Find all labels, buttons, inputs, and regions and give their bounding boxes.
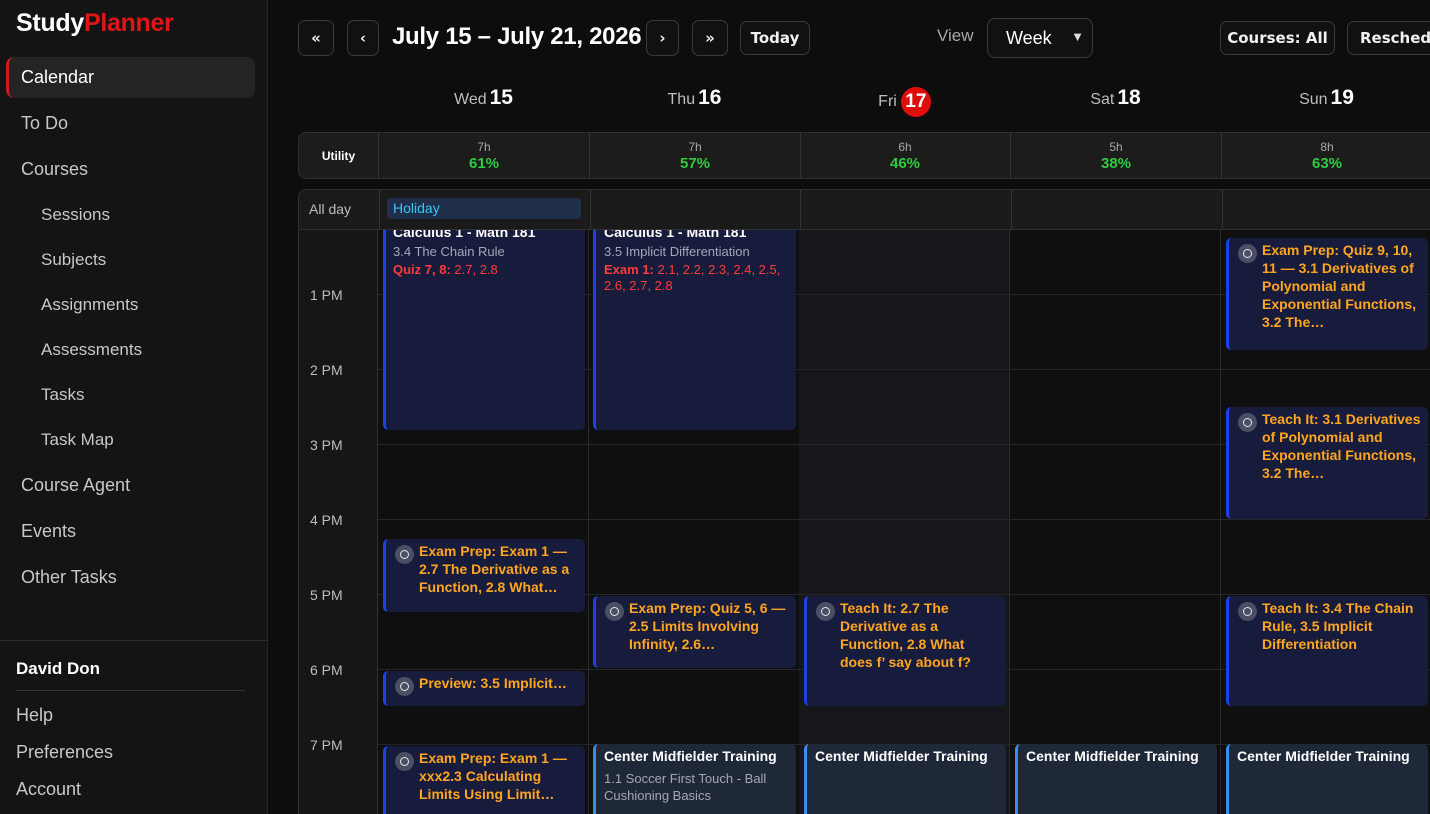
sidebar-item-to-do[interactable]: To Do: [21, 113, 68, 134]
class-event[interactable]: Calculus 1 - Math 181 3.5 Implicit Diffe…: [593, 230, 796, 430]
prev-week-button[interactable]: ‹: [347, 20, 379, 56]
task-status-icon[interactable]: [395, 677, 414, 696]
training-event[interactable]: Center Midfielder Training: [804, 744, 1006, 814]
chevron-down-icon: ▼: [1071, 29, 1084, 44]
time-label: 2 PM: [310, 362, 343, 378]
sidebar-item-other-tasks[interactable]: Other Tasks: [21, 567, 117, 588]
last-week-button[interactable]: »: [692, 20, 728, 56]
hour-line: [378, 519, 1430, 520]
view-label: View: [937, 26, 974, 45]
column-divider: [1222, 190, 1223, 229]
day-header-fri[interactable]: Fri 17: [799, 87, 1010, 117]
utility-cell: 5h 38%: [1011, 133, 1222, 178]
time-grid: 1 PM 2 PM 3 PM 4 PM 5 PM 6 PM 7 PM Calcu…: [298, 230, 1430, 814]
sidebar-item-events[interactable]: Events: [21, 521, 76, 542]
sidebar-item-label: Calendar: [21, 67, 95, 87]
sidebar-item-sessions[interactable]: Sessions: [41, 205, 110, 225]
task-status-icon[interactable]: [1238, 413, 1257, 432]
task-event[interactable]: Teach It: 3.1 Derivatives of Polynomial …: [1226, 407, 1428, 519]
view-select[interactable]: Week ▼: [987, 18, 1093, 58]
reschedule-button[interactable]: Reschedu: [1347, 21, 1430, 55]
task-event[interactable]: Exam Prep: Exam 1 — xxx2.3 Calculating L…: [383, 746, 585, 814]
task-status-icon[interactable]: [1238, 244, 1257, 263]
sidebar-item-subjects[interactable]: Subjects: [41, 250, 106, 270]
task-status-icon[interactable]: [1238, 602, 1257, 621]
sidebar-item-course-agent[interactable]: Course Agent: [21, 475, 130, 496]
class-event[interactable]: Calculus 1 - Math 181 3.4 The Chain Rule…: [383, 230, 585, 430]
task-event[interactable]: Teach It: 3.4 The Chain Rule, 3.5 Implic…: [1226, 596, 1428, 706]
sidebar-item-tasks[interactable]: Tasks: [41, 385, 84, 405]
sidebar-item-help[interactable]: Help: [16, 705, 53, 726]
time-gutter: 1 PM 2 PM 3 PM 4 PM 5 PM 6 PM 7 PM: [298, 230, 378, 814]
task-event[interactable]: Preview: 3.5 Implicit…: [383, 671, 585, 706]
utility-row: Utility 7h 61% 7h 57% 6h 46% 5h 38% 8h 6…: [298, 132, 1430, 179]
task-event[interactable]: Exam Prep: Quiz 5, 6 — 2.5 Limits Involv…: [593, 596, 796, 668]
sidebar: StudyPlanner Calendar To Do Courses Sess…: [0, 0, 268, 814]
day-header-wed[interactable]: Wed 15: [378, 86, 589, 110]
day-column-sat[interactable]: [1010, 230, 1221, 814]
sidebar-item-task-map[interactable]: Task Map: [41, 430, 114, 450]
user-divider: [16, 690, 245, 691]
time-label: 6 PM: [310, 662, 343, 678]
all-day-row: All day Holiday: [298, 189, 1430, 230]
task-status-icon[interactable]: [605, 602, 624, 621]
sidebar-item-preferences[interactable]: Preferences: [16, 742, 113, 763]
today-badge: 17: [900, 87, 931, 117]
task-event[interactable]: Exam Prep: Quiz 9, 10, 11 — 3.1 Derivati…: [1226, 238, 1428, 350]
time-label: 5 PM: [310, 587, 343, 603]
training-event[interactable]: Center Midfielder Training 1.1 Soccer Fi…: [593, 744, 796, 814]
holiday-event[interactable]: Holiday: [387, 198, 581, 219]
sidebar-item-courses[interactable]: Courses: [21, 159, 88, 180]
task-event[interactable]: Exam Prep: Exam 1 — 2.7 The Derivative a…: [383, 539, 585, 612]
utility-cell: 7h 57%: [590, 133, 801, 178]
sidebar-item-assessments[interactable]: Assessments: [41, 340, 142, 360]
column-divider: [590, 190, 591, 229]
time-label: 4 PM: [310, 512, 343, 528]
sidebar-divider: [0, 640, 267, 641]
day-header-sun[interactable]: Sun 19: [1221, 86, 1430, 110]
courses-filter-button[interactable]: Courses: All: [1220, 21, 1335, 55]
task-status-icon[interactable]: [395, 752, 414, 771]
all-day-label: All day: [309, 201, 352, 217]
time-label: 1 PM: [310, 287, 343, 303]
task-status-icon[interactable]: [395, 545, 414, 564]
training-event[interactable]: Center Midfielder Training: [1015, 744, 1217, 814]
task-event[interactable]: Teach It: 2.7 The Derivative as a Functi…: [804, 596, 1006, 706]
sidebar-item-calendar[interactable]: Calendar: [6, 57, 255, 98]
utility-label: Utility: [299, 133, 379, 178]
time-label: 7 PM: [310, 737, 343, 753]
today-button[interactable]: Today: [740, 21, 810, 55]
task-status-icon[interactable]: [816, 602, 835, 621]
day-header-thu[interactable]: Thu 16: [589, 86, 800, 110]
utility-cell: 8h 63%: [1222, 133, 1430, 178]
view-select-value: Week: [1006, 27, 1052, 48]
sidebar-item-account[interactable]: Account: [16, 779, 81, 800]
utility-cell: 7h 61%: [379, 133, 590, 178]
first-week-button[interactable]: «: [298, 20, 334, 56]
column-divider: [379, 190, 380, 229]
time-label: 3 PM: [310, 437, 343, 453]
next-week-button[interactable]: ›: [646, 20, 679, 56]
training-event[interactable]: Center Midfielder Training: [1226, 744, 1428, 814]
user-name[interactable]: David Don: [16, 659, 100, 679]
column-divider: [1011, 190, 1012, 229]
date-range-title: July 15 – July 21, 2026: [392, 23, 642, 50]
column-divider: [800, 190, 801, 229]
utility-cell: 6h 46%: [800, 133, 1011, 178]
day-header-sat[interactable]: Sat 18: [1010, 86, 1221, 110]
sidebar-item-assignments[interactable]: Assignments: [41, 295, 138, 315]
day-column-fri[interactable]: [799, 230, 1010, 814]
app-logo[interactable]: StudyPlanner: [16, 9, 174, 38]
